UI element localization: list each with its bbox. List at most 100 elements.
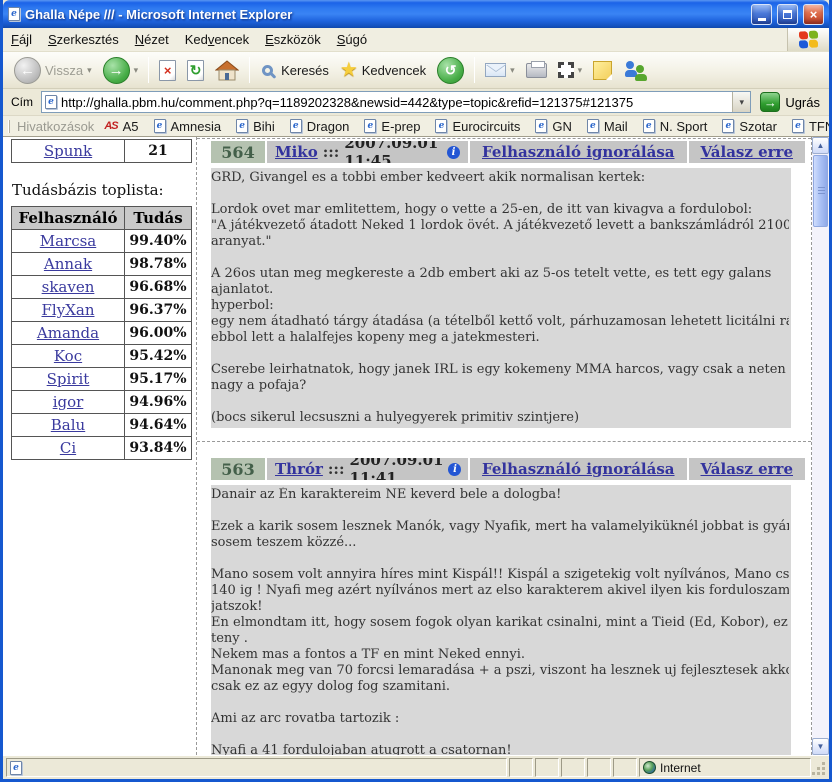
table-row: Balu94.64% bbox=[12, 414, 192, 437]
post-author-link[interactable]: Miko bbox=[275, 143, 318, 161]
scroll-up-button[interactable]: ▲ bbox=[812, 137, 829, 154]
refresh-button[interactable]: ↻ bbox=[182, 57, 209, 84]
close-icon: × bbox=[810, 7, 818, 22]
edit-button[interactable]: ▾ bbox=[553, 59, 588, 81]
post-paragraph: Lordok ovet mar emlitettem, hogy o vette… bbox=[211, 202, 789, 250]
menu-item-kedvencek[interactable]: Kedvencek bbox=[177, 30, 257, 49]
links-bar-item-szotar[interactable]: eSzotar bbox=[718, 118, 781, 135]
notes-button[interactable] bbox=[588, 58, 617, 83]
ignore-user-link[interactable]: Felhasználó ignorálása bbox=[482, 143, 675, 161]
mail-dropdown-icon[interactable]: ▾ bbox=[510, 65, 515, 76]
forward-button[interactable]: → ▾ bbox=[98, 54, 144, 87]
post-text-line: Nyafi a 41 fordulojaban atugrott a csato… bbox=[211, 743, 789, 755]
go-arrow-icon: → bbox=[760, 92, 780, 112]
back-dropdown-icon[interactable]: ▾ bbox=[87, 65, 92, 76]
post-author-link[interactable]: Thrór bbox=[275, 460, 323, 478]
address-label: Cím bbox=[8, 95, 36, 109]
post-text-line: teny . bbox=[211, 631, 789, 647]
user-link[interactable]: Ci bbox=[60, 439, 76, 457]
post-text-line: ajanlatot. bbox=[211, 282, 789, 298]
post-paragraph: Cserebe leirhatnatok, hogy janek IRL is … bbox=[211, 362, 789, 394]
toolbar-separator bbox=[474, 57, 475, 83]
links-bar: Hivatkozások ASA5eAmnesiaeBihieDragoneE-… bbox=[3, 116, 829, 137]
links-bar-item-tfn[interactable]: eTFN bbox=[788, 118, 829, 135]
info-icon[interactable]: i bbox=[447, 146, 460, 159]
address-input[interactable]: e http://ghalla.pbm.hu/comment.php?q=118… bbox=[41, 91, 751, 113]
minimize-button[interactable] bbox=[751, 4, 772, 25]
search-label: Keresés bbox=[281, 63, 329, 78]
post-text-line: csak ez az egyy dolog fog szamitani. bbox=[211, 679, 789, 695]
sidebar: Spunk 21 Tudásbázis toplista: Felhasznál… bbox=[3, 137, 196, 755]
ignore-user-link[interactable]: Felhasználó ignorálása bbox=[482, 460, 675, 478]
toplist-table: Felhasználó Tudás Marcsa99.40%Annak98.78… bbox=[11, 206, 192, 460]
forward-dropdown-icon[interactable]: ▾ bbox=[134, 65, 139, 76]
user-link[interactable]: igor bbox=[53, 393, 84, 411]
menu-item-eszkozok[interactable]: Eszközök bbox=[257, 30, 329, 49]
links-bar-item-bihi[interactable]: eBihi bbox=[232, 118, 279, 135]
mail-button[interactable]: ▾ bbox=[480, 60, 520, 80]
search-icon bbox=[262, 65, 273, 76]
address-dropdown-button[interactable]: ▾ bbox=[732, 92, 750, 112]
links-bar-label: Hivatkozások bbox=[15, 119, 100, 134]
user-link[interactable]: skaven bbox=[42, 278, 95, 296]
links-bar-item-amnesia[interactable]: eAmnesia bbox=[150, 118, 226, 135]
link-label: Amnesia bbox=[171, 119, 222, 134]
links-bar-grip[interactable] bbox=[8, 120, 10, 133]
post-paragraph: (bocs sikerul lecsuszni a hulyegyerek pr… bbox=[211, 410, 789, 426]
user-link[interactable]: FlyXan bbox=[42, 301, 95, 319]
link-label: TFN bbox=[809, 119, 829, 134]
table-row: Koc95.42% bbox=[12, 345, 192, 368]
resize-grip[interactable] bbox=[813, 758, 827, 777]
messenger-button[interactable] bbox=[618, 57, 654, 84]
menu-item-sugo[interactable]: Súgó bbox=[329, 30, 375, 49]
user-link[interactable]: Koc bbox=[54, 347, 82, 365]
search-button[interactable]: Keresés bbox=[255, 60, 334, 81]
ie-page-icon: e bbox=[535, 119, 547, 133]
history-button[interactable]: ↺ bbox=[432, 54, 469, 87]
menu-item-fajl[interactable]: Fájl bbox=[3, 30, 40, 49]
scroll-track[interactable] bbox=[812, 154, 829, 738]
user-link[interactable]: Spirit bbox=[47, 370, 90, 388]
user-value: 98.78% bbox=[125, 253, 192, 276]
menu-item-nezet[interactable]: Nézet bbox=[127, 30, 177, 49]
back-button[interactable]: ← Vissza ▾ bbox=[9, 54, 97, 87]
edit-dropdown-icon[interactable]: ▾ bbox=[578, 65, 583, 76]
scroll-down-button[interactable]: ▼ bbox=[812, 738, 829, 755]
post-header: 563Thrór:::2007.09.01 11:41iFelhasználó … bbox=[211, 458, 805, 480]
post-text-line: Manonak meg van 70 forcsi lemaradása + a… bbox=[211, 663, 789, 679]
links-bar-item-a5[interactable]: ASA5 bbox=[100, 118, 142, 135]
links-bar-item-n-sport[interactable]: eN. Sport bbox=[639, 118, 712, 135]
stop-button[interactable]: × bbox=[154, 57, 181, 84]
link-label: Mail bbox=[604, 119, 628, 134]
maximize-button[interactable] bbox=[777, 4, 798, 25]
links-bar-item-dragon[interactable]: eDragon bbox=[286, 118, 354, 135]
reply-link[interactable]: Válasz erre bbox=[701, 460, 793, 478]
forum-post: 563Thrór:::2007.09.01 11:41iFelhasználó … bbox=[197, 458, 811, 755]
user-link[interactable]: Annak bbox=[44, 255, 92, 273]
user-link[interactable]: Marcsa bbox=[40, 232, 97, 250]
home-icon bbox=[215, 60, 239, 81]
user-link[interactable]: Balu bbox=[51, 416, 85, 434]
scroll-thumb[interactable] bbox=[813, 155, 828, 227]
links-bar-item-e-prep[interactable]: eE-prep bbox=[360, 118, 424, 135]
reply-link[interactable]: Válasz erre bbox=[701, 143, 793, 161]
vertical-scrollbar[interactable]: ▲ ▼ bbox=[812, 137, 829, 755]
links-bar-item-mail[interactable]: eMail bbox=[583, 118, 632, 135]
print-button[interactable] bbox=[521, 60, 552, 81]
favorites-star-icon: ★ bbox=[340, 60, 358, 80]
user-link[interactable]: Amanda bbox=[37, 324, 99, 342]
go-button[interactable]: → Ugrás bbox=[756, 91, 824, 113]
link-label: Bihi bbox=[253, 119, 275, 134]
close-button[interactable]: × bbox=[803, 4, 824, 25]
status-panel bbox=[561, 758, 585, 777]
messenger-icon bbox=[623, 60, 649, 81]
post-paragraph: Mano sosem volt annyira híres mint Kispá… bbox=[211, 567, 789, 695]
menu-item-szerkesztes[interactable]: Szerkesztés bbox=[40, 30, 127, 49]
links-bar-item-eurocircuits[interactable]: eEurocircuits bbox=[431, 118, 524, 135]
user-link[interactable]: Spunk bbox=[44, 142, 92, 160]
post-number: 564 bbox=[211, 141, 265, 163]
home-button[interactable] bbox=[210, 57, 244, 84]
links-bar-item-gn[interactable]: eGN bbox=[531, 118, 576, 135]
info-icon[interactable]: i bbox=[448, 463, 461, 476]
favorites-button[interactable]: ★ Kedvencek bbox=[335, 57, 431, 83]
